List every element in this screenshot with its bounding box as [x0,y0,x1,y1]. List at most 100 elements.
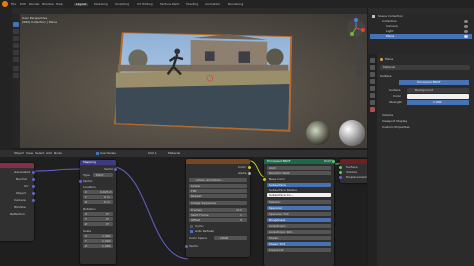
socket[interactable] [339,176,342,179]
start-frame-value[interactable]: 1 [240,214,242,217]
material-output-node[interactable]: Surface Volume Displacement [339,159,367,183]
image-texture-node[interactable]: Color Alpha action animation... Linear F… [185,159,251,257]
node-menu-node[interactable]: Node [54,152,62,155]
location-x-value[interactable]: 0.025 m [100,191,112,194]
scale-tool-icon[interactable] [13,50,19,55]
color-space-value[interactable]: sRGB [220,237,228,240]
surface-section-header[interactable]: Surface [380,75,391,78]
outliner-item-collection[interactable]: Collection [382,20,397,23]
tab-layout[interactable]: Layout [74,2,89,6]
tab-animation[interactable]: Animation [205,2,220,6]
distribution-dropdown[interactable] [267,166,331,170]
color-space-dropdown[interactable] [214,236,247,240]
background-value[interactable]: Background [415,89,433,92]
principled-bsdf-node[interactable]: Principled BSDF BSDF GGX Random Walk Bas… [263,159,335,266]
source-value[interactable]: Image Sequence [191,202,216,205]
use-nodes-checkbox[interactable] [96,152,99,155]
projection-value[interactable]: Flat [191,190,197,193]
tab-uv-editing[interactable]: UV Editing [137,2,153,6]
location-y-value[interactable]: 0 m [104,196,110,199]
socket[interactable] [185,245,188,248]
image-texture-node-header[interactable] [186,159,250,164]
blender-logo-icon[interactable] [2,1,8,7]
socket[interactable] [339,171,342,174]
surface-shader-value[interactable]: Principled BSDF [417,81,441,84]
socket[interactable] [32,178,35,181]
cyclic-checkbox[interactable] [190,225,193,228]
outliner-item-camera[interactable]: Camera [386,25,398,28]
socket[interactable] [248,172,251,175]
menu-render[interactable]: Render [29,2,40,6]
tab-shading[interactable]: Shading [186,2,198,6]
camera-view-icon[interactable] [356,60,363,67]
grid-view-icon[interactable] [356,69,363,76]
socket[interactable] [32,199,35,202]
outliner-scene-collection[interactable]: Scene Collection [378,15,403,18]
modifier-tab-icon[interactable] [370,100,375,105]
tab-texture-paint[interactable]: Texture Paint [160,2,179,6]
outliner-item-light[interactable]: Light [386,30,394,33]
node-menu-add[interactable]: Add [46,152,52,155]
texcoord-node-header[interactable] [0,163,34,168]
visibility-eye-icon[interactable] [464,25,468,28]
scale-y-value[interactable]: 1.000 [102,240,111,243]
rotation-z-value[interactable]: 0° [106,223,109,226]
image-file-name[interactable]: action animation... [196,179,224,182]
socket[interactable] [79,180,82,183]
object-tab-icon[interactable] [370,93,375,98]
scale-z-value[interactable]: 1.000 [102,245,111,248]
viewport-display-section[interactable]: Viewport Display [382,120,407,123]
rotation-x-value[interactable]: 0° [106,213,109,216]
offset-value[interactable]: 0 [240,219,242,222]
tab-sculpting[interactable]: Sculpting [115,2,129,6]
menu-file[interactable]: File [11,2,16,6]
auto-refresh-checkbox[interactable] [190,230,193,233]
socket[interactable] [32,185,35,188]
scale-x-value[interactable]: 1.000 [102,235,111,238]
material-selector[interactable]: Material [168,152,180,155]
texture-coordinate-node[interactable]: Generated Normal UV Object Camera Window… [0,163,35,241]
tab-modeling[interactable]: Modeling [94,2,108,6]
rotation-y-value[interactable]: 0° [106,218,109,221]
tool-tab-icon[interactable] [370,58,375,63]
custom-properties-section[interactable]: Custom Properties [382,126,410,129]
material-output-node-header[interactable] [340,159,367,164]
zoom-icon[interactable] [356,42,363,49]
annotate-tool-icon[interactable] [13,66,19,71]
scene-tab-icon[interactable] [370,79,375,84]
mapping-node[interactable]: Mapping Vector Type Point Vector Locatio… [79,160,117,264]
socket[interactable] [263,178,266,181]
strength-value[interactable]: 1.000 [433,101,442,104]
interpolation-value[interactable]: Linear [191,185,200,188]
outliner-item-plane[interactable]: Plane [386,35,394,38]
image-plane[interactable] [114,30,296,136]
move-tool-icon[interactable] [13,36,19,41]
visibility-eye-icon[interactable] [464,35,468,38]
volume-section[interactable]: Volume [382,114,393,117]
socket[interactable] [114,168,117,171]
node-menu-select[interactable]: Select [35,152,44,155]
projection-dropdown[interactable] [189,189,247,193]
visibility-eye-icon[interactable] [464,30,468,33]
visibility-eye-icon[interactable] [464,20,468,23]
frames-value[interactable]: 113 [236,209,242,212]
world-tab-icon[interactable] [370,86,375,91]
extension-value[interactable]: Repeat [191,195,202,198]
tab-rendering[interactable]: Rendering [228,2,243,6]
socket[interactable] [339,166,342,169]
node-menu-view[interactable]: View [26,152,33,155]
cursor-tool-icon[interactable] [13,29,19,34]
render-tab-icon[interactable] [370,65,375,70]
material-name[interactable]: Material [383,66,395,69]
menu-help[interactable]: Help [56,2,63,6]
socket[interactable] [332,160,335,163]
pan-hand-icon[interactable] [356,51,363,58]
3d-viewport[interactable]: User Perspective (984) Collection | Plan… [12,8,367,148]
subsurface-method-value[interactable]: Random Walk [269,172,290,175]
navigation-gizmo[interactable] [346,18,366,38]
node-menu-object[interactable]: Object [14,152,24,155]
mapping-type-value[interactable]: Point [96,174,103,177]
location-z-value[interactable]: 0 m [104,201,110,204]
output-tab-icon[interactable] [370,72,375,77]
color-swatch[interactable] [407,94,469,99]
